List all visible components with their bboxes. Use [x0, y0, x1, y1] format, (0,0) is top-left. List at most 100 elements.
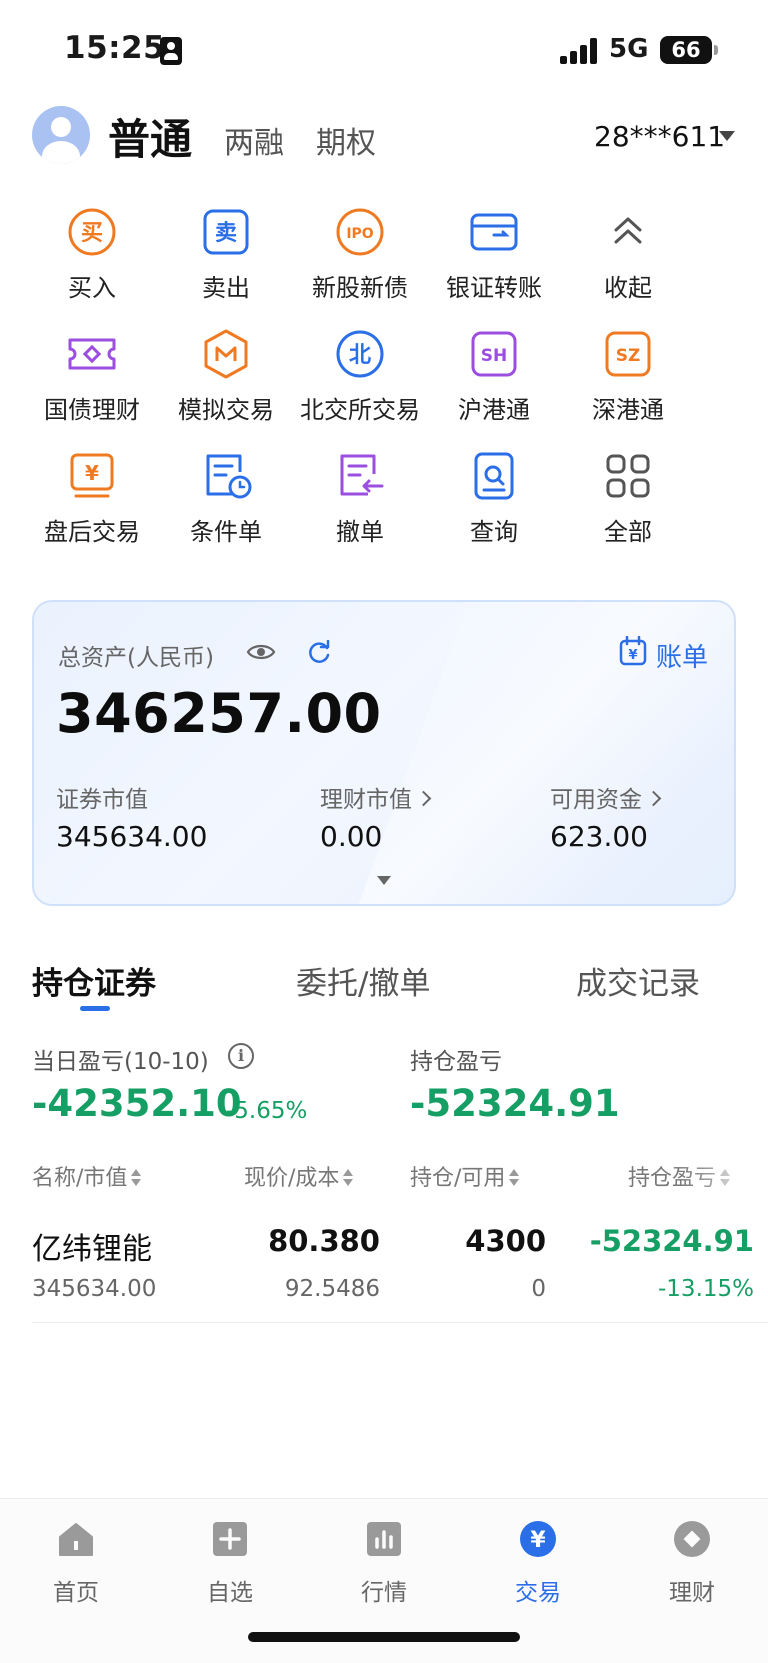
svg-text:SH: SH [481, 346, 507, 366]
svg-text:卖: 卖 [215, 220, 237, 246]
trade-icon: ¥ [520, 1521, 556, 1557]
sort-icon [509, 1169, 520, 1187]
function-sz-hk-connect[interactable]: SZ 深港通 [556, 322, 700, 442]
position-pnl-label: 持仓盈亏 [410, 1049, 502, 1075]
sort-icon [131, 1169, 142, 1187]
ipo-icon: IPO [336, 208, 384, 256]
wealth-value-link[interactable]: 理财市值 [320, 780, 432, 814]
account-tab-normal[interactable]: 普通 [108, 106, 192, 167]
svg-text:SZ: SZ [616, 346, 641, 366]
svg-text:买: 买 [81, 221, 103, 246]
cancel-order-icon [340, 454, 384, 496]
buy-icon: 买 [68, 208, 116, 256]
eye-icon[interactable] [246, 640, 276, 664]
bill-link[interactable]: 账单 [656, 637, 708, 674]
available-cash-link[interactable]: 可用资金 [550, 780, 662, 814]
daily-pnl-label: 当日盈亏(10-10) [32, 1049, 209, 1075]
sh-hk-connect-icon: SH [471, 331, 517, 377]
watchlist-icon [213, 1522, 247, 1556]
svg-text:北: 北 [349, 343, 371, 368]
tab-trade-records[interactable]: 成交记录 [576, 958, 700, 1003]
signal-icon [560, 38, 600, 64]
function-buy[interactable]: 买 买入 [20, 200, 164, 320]
function-simulated-trade[interactable]: 模拟交易 [154, 322, 298, 442]
daily-pnl-value: -42352.10 [32, 1082, 242, 1125]
svg-text:¥: ¥ [628, 648, 637, 663]
svg-text:¥: ¥ [85, 461, 99, 485]
account-tab-margin[interactable]: 两融 [224, 118, 284, 162]
nav-market[interactable]: 行情 [324, 1509, 444, 1609]
function-all[interactable]: 全部 [556, 444, 700, 564]
tab-holdings[interactable]: 持仓证券 [32, 958, 156, 1003]
table-row[interactable]: 亿纬锂能 345634.00 80.380 92.5486 4300 0 -52… [0, 1220, 768, 1320]
all-icon [606, 454, 650, 498]
refresh-icon[interactable] [306, 640, 332, 666]
stock-pnl-percent: -13.15% [658, 1276, 754, 1302]
securities-value-label: 证券市值 [56, 787, 148, 813]
available-cash-value: 623.00 [550, 820, 648, 853]
total-assets-label: 总资产(人民币) [58, 645, 214, 671]
stock-price: 80.380 [268, 1224, 380, 1258]
function-after-hours[interactable]: ¥ 盘后交易 [20, 444, 164, 564]
svg-text:IPO: IPO [346, 226, 373, 242]
tab-orders-cancel[interactable]: 委托/撤单 [296, 958, 430, 1003]
simulated-trade-icon [204, 329, 248, 379]
home-indicator [248, 1632, 520, 1642]
tab-indicator [80, 1006, 110, 1011]
sort-icon [343, 1169, 354, 1187]
after-hours-icon: ¥ [70, 453, 114, 498]
info-icon[interactable]: i [228, 1043, 254, 1069]
function-conditional-order[interactable]: 条件单 [154, 444, 298, 564]
bank-transfer-icon [470, 213, 518, 251]
chevron-right-icon [415, 790, 432, 807]
daily-pnl-percent: -5.65% [226, 1098, 308, 1124]
wealth-icon [674, 1521, 710, 1557]
stock-pnl: -52324.91 [589, 1224, 754, 1258]
function-sh-hk-connect[interactable]: SH 沪港通 [422, 322, 566, 442]
column-header-position[interactable]: 持仓/可用 [410, 1160, 520, 1192]
svg-text:¥: ¥ [530, 1528, 546, 1553]
stock-name: 亿纬锂能 [32, 1232, 152, 1267]
column-header-name[interactable]: 名称/市值 [32, 1160, 142, 1192]
conditional-order-icon [206, 454, 252, 499]
function-bse[interactable]: 北 北交所交易 [288, 322, 432, 442]
sz-hk-connect-icon: SZ [605, 331, 651, 377]
chevron-down-icon[interactable] [719, 131, 735, 141]
function-ipo[interactable]: IPO 新股新债 [288, 200, 432, 320]
function-bond[interactable]: 国债理财 [20, 322, 164, 442]
contact-card-icon [160, 37, 182, 65]
expand-card-icon[interactable] [377, 876, 391, 885]
collapse-icon [614, 217, 642, 244]
wealth-value: 0.00 [320, 820, 383, 853]
function-collapse[interactable]: 收起 [556, 200, 700, 320]
query-icon [474, 452, 514, 500]
status-time: 15:25 [64, 30, 166, 66]
status-bar: 15:25 5G 66 [0, 0, 768, 96]
nav-trade[interactable]: ¥ 交易 [478, 1509, 598, 1609]
account-number-selector[interactable]: 28***611 [594, 120, 725, 153]
position-pnl-value: -52324.91 [410, 1082, 620, 1125]
function-bank-transfer[interactable]: 银证转账 [422, 200, 566, 320]
function-query[interactable]: 查询 [422, 444, 566, 564]
sell-icon: 卖 [203, 209, 249, 255]
column-header-price[interactable]: 现价/成本 [244, 1160, 354, 1192]
avatar[interactable] [32, 106, 90, 164]
nav-watchlist[interactable]: 自选 [170, 1509, 290, 1609]
bill-calendar-icon[interactable]: ¥ [619, 636, 647, 666]
total-assets-value: 346257.00 [56, 682, 382, 745]
bse-icon: 北 [336, 330, 384, 378]
battery-icon: 66 [660, 36, 718, 64]
function-sell[interactable]: 卖 卖出 [154, 200, 298, 320]
stock-available: 0 [531, 1276, 546, 1302]
market-icon [367, 1522, 401, 1556]
nav-home[interactable]: 首页 [16, 1509, 136, 1609]
chevron-right-icon [645, 790, 662, 807]
bond-icon [68, 338, 116, 370]
function-cancel-order[interactable]: 撤单 [288, 444, 432, 564]
account-tab-options[interactable]: 期权 [316, 118, 376, 162]
stock-cost: 92.5486 [284, 1276, 380, 1302]
nav-wealth[interactable]: 理财 [632, 1509, 752, 1609]
network-type: 5G [609, 34, 649, 64]
asset-card: 总资产(人民币) ¥ 账单 346257.00 证券市值 345634.00 理… [32, 600, 736, 906]
stock-market-value: 345634.00 [32, 1276, 157, 1302]
